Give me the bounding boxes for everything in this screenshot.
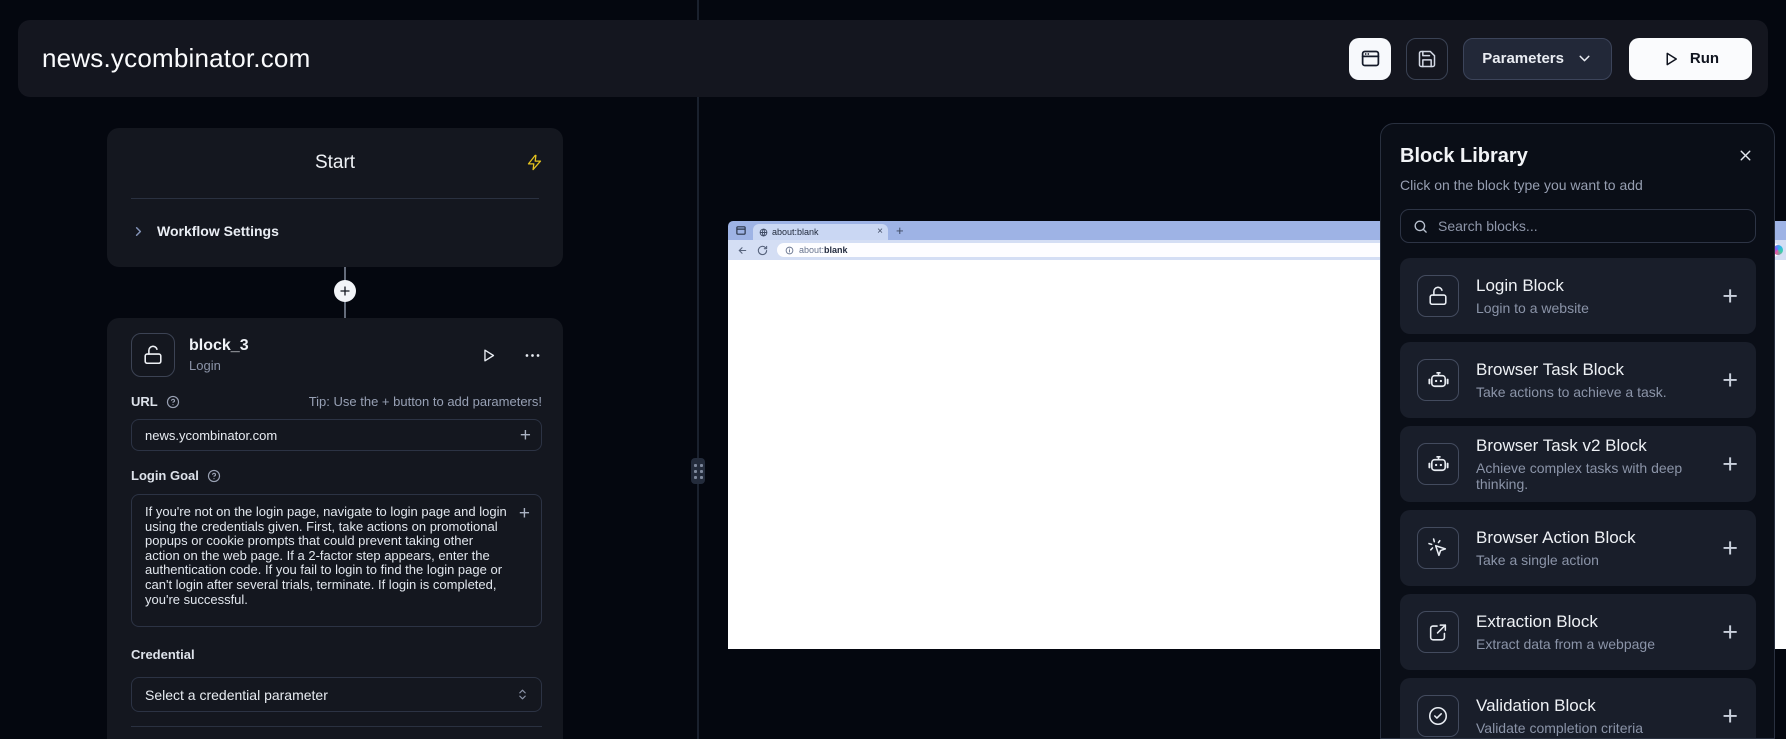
info-icon [785, 246, 794, 255]
add-block-plus-icon[interactable]: + [1722, 283, 1738, 310]
save-button[interactable] [1406, 38, 1448, 80]
page-title: news.ycombinator.com [42, 43, 310, 74]
add-block-plus-icon[interactable]: + [1722, 451, 1738, 478]
library-item-label: Validation Block [1476, 696, 1722, 716]
library-item-extraction-block[interactable]: Extraction Block Extract data from a web… [1400, 594, 1756, 670]
chevron-down-icon [1576, 50, 1593, 67]
parameters-tip-text: Tip: Use the + button to add parameters! [309, 394, 542, 409]
run-button[interactable]: Run [1629, 38, 1752, 80]
address-url-text: about:blank [799, 245, 848, 255]
block-type-label: Login [189, 358, 249, 373]
run-block-button[interactable] [480, 347, 497, 364]
new-tab-button[interactable]: + [896, 224, 904, 237]
url-input-wrapper: + [131, 419, 542, 451]
library-item-browser-task-block[interactable]: Browser Task Block Take actions to achie… [1400, 342, 1756, 418]
add-block-connector-button[interactable] [334, 280, 356, 302]
login-goal-wrapper: If you're not on the login page, navigat… [131, 494, 542, 627]
library-item-label: Browser Task v2 Block [1476, 436, 1722, 456]
library-item-label: Login Block [1476, 276, 1722, 296]
parameters-button[interactable]: Parameters [1463, 38, 1612, 80]
login-block-node-card: block_3 Login URL Tip: [107, 318, 563, 739]
block-name: block_3 [189, 337, 249, 355]
unlock-icon [1417, 275, 1459, 317]
library-item-description: Take actions to achieve a task. [1476, 384, 1722, 400]
close-icon[interactable] [1735, 145, 1756, 166]
browser-tab-about-blank[interactable]: about:blank × [753, 224, 888, 240]
lightning-bolt-icon [526, 154, 543, 171]
url-input[interactable] [145, 428, 520, 443]
chevrons-up-down-icon [516, 688, 529, 701]
library-item-login-block[interactable]: Login Block Login to a website + [1400, 258, 1756, 334]
add-block-plus-icon[interactable]: + [1722, 535, 1738, 562]
add-parameter-plus-icon[interactable]: + [519, 504, 530, 523]
library-item-label: Browser Action Block [1476, 528, 1722, 548]
back-icon[interactable] [737, 245, 748, 256]
chevron-right-icon [131, 224, 146, 239]
reload-icon[interactable] [757, 245, 768, 256]
block-card-divider [131, 726, 542, 727]
play-icon [1662, 50, 1680, 68]
credential-label: Credential [131, 647, 542, 662]
start-node-card: Start Workflow Settings [107, 128, 563, 267]
block-library-panel: Block Library Click on the block type yo… [1380, 123, 1775, 739]
login-goal-label-row: Login Goal [131, 468, 221, 483]
url-field-label-row: URL [131, 394, 180, 409]
header-bar: news.ycombinator.com Parameters [18, 20, 1768, 97]
header-controls: Parameters Run [1349, 38, 1752, 80]
library-item-label: Browser Task Block [1476, 360, 1722, 380]
start-node-header: Start [107, 128, 563, 198]
browser-view-button[interactable] [1349, 38, 1391, 80]
save-icon [1417, 49, 1437, 69]
url-field-label: URL [131, 394, 158, 409]
add-parameter-plus-icon[interactable]: + [520, 426, 531, 445]
block-library-title: Block Library [1400, 145, 1528, 168]
browser-window-icon [735, 225, 747, 236]
extract-icon [1417, 611, 1459, 653]
robot-icon [1417, 443, 1459, 485]
workflow-settings-label: Workflow Settings [157, 223, 279, 239]
globe-icon [759, 228, 768, 237]
library-item-browser-task-v2-block[interactable]: Browser Task v2 Block Achieve complex ta… [1400, 426, 1756, 502]
search-blocks-input[interactable] [1438, 218, 1743, 234]
add-block-plus-icon[interactable]: + [1722, 619, 1738, 646]
workflow-settings-toggle[interactable]: Workflow Settings [107, 199, 563, 263]
search-icon [1413, 219, 1428, 234]
unlock-icon [131, 333, 175, 377]
cursor-click-icon [1417, 527, 1459, 569]
canvas-divider [697, 0, 699, 739]
parameters-button-label: Parameters [1482, 50, 1564, 67]
credential-select-value: Select a credential parameter [145, 687, 328, 703]
block-library-subtitle: Click on the block type you want to add [1400, 177, 1756, 193]
credential-select[interactable]: Select a credential parameter [131, 677, 542, 712]
library-item-label: Extraction Block [1476, 612, 1722, 632]
login-goal-textarea[interactable]: If you're not on the login page, navigat… [132, 495, 541, 621]
login-goal-label: Login Goal [131, 468, 199, 483]
block-node-header: block_3 Login [131, 333, 542, 377]
resize-grip-handle[interactable] [691, 458, 705, 484]
library-item-description: Take a single action [1476, 552, 1722, 568]
library-item-description: Validate completion criteria [1476, 720, 1722, 736]
robot-icon [1417, 359, 1459, 401]
library-item-description: Extract data from a webpage [1476, 636, 1722, 652]
check-circle-icon [1417, 695, 1459, 737]
block-menu-button[interactable] [523, 346, 542, 365]
library-item-description: Achieve complex tasks with deep thinking… [1476, 460, 1722, 492]
run-button-label: Run [1690, 50, 1719, 67]
start-node-title: Start [315, 152, 355, 174]
library-item-validation-block[interactable]: Validation Block Validate completion cri… [1400, 678, 1756, 739]
browser-window-icon [1360, 48, 1381, 69]
help-circle-icon[interactable] [207, 469, 221, 483]
add-block-plus-icon[interactable]: + [1722, 703, 1738, 730]
search-blocks-wrapper [1400, 209, 1756, 243]
library-item-browser-action-block[interactable]: Browser Action Block Take a single actio… [1400, 510, 1756, 586]
library-item-description: Login to a website [1476, 300, 1722, 316]
tab-close-icon[interactable]: × [877, 227, 883, 237]
block-library-list: Login Block Login to a website + Browser… [1400, 258, 1756, 739]
tab-title: about:blank [772, 227, 873, 237]
add-block-plus-icon[interactable]: + [1722, 367, 1738, 394]
help-circle-icon[interactable] [166, 395, 180, 409]
